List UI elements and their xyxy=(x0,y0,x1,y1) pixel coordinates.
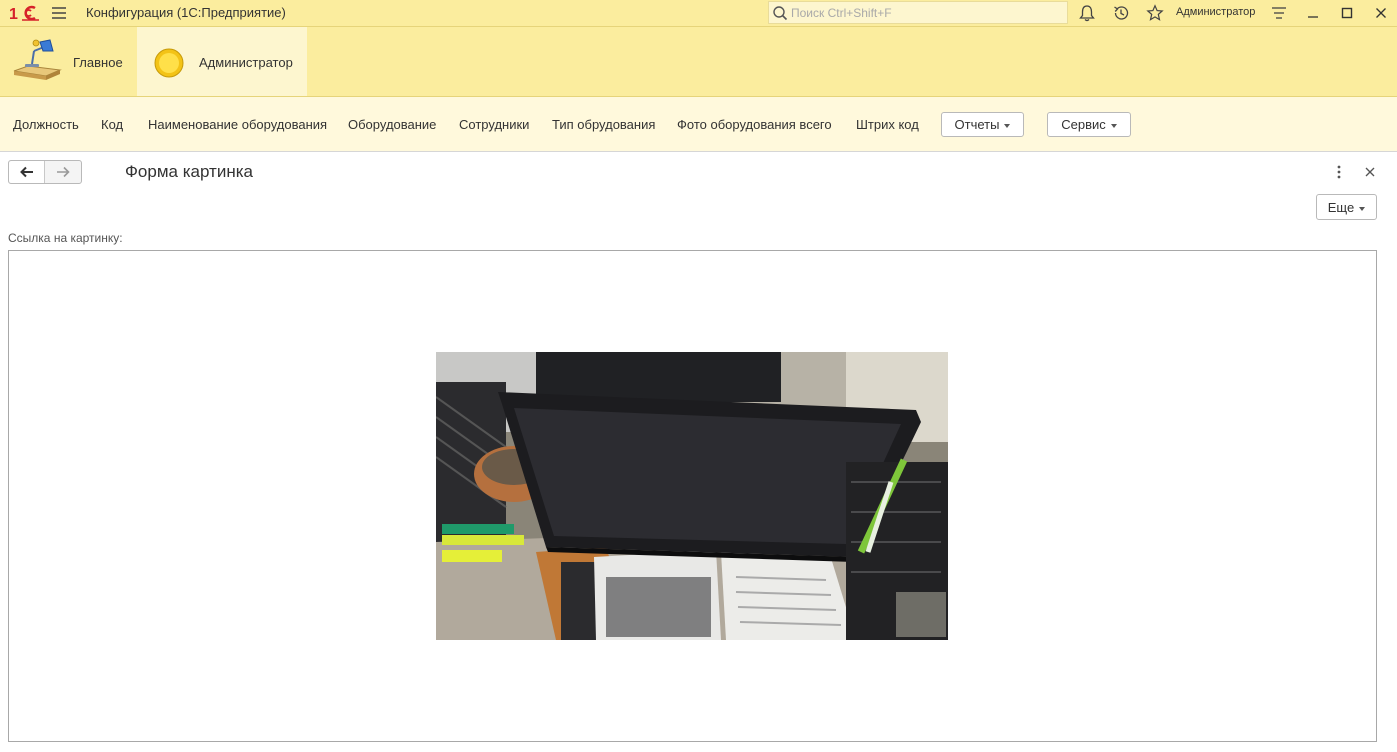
chevron-down-icon xyxy=(1359,206,1366,211)
sun-icon xyxy=(154,48,184,78)
history-icon[interactable] xyxy=(1112,4,1130,22)
search-icon xyxy=(773,6,788,21)
reports-button-label: Отчеты xyxy=(954,117,1000,132)
logo-1c-icon[interactable]: 1 xyxy=(9,4,39,22)
app-title: Конфигурация (1С:Предприятие) xyxy=(86,5,286,20)
maximize-icon[interactable] xyxy=(1338,4,1356,22)
navigation-buttons xyxy=(8,160,82,184)
arrow-right-icon xyxy=(57,166,70,178)
service-button[interactable]: Сервис xyxy=(1047,112,1131,137)
user-name[interactable]: Администратор xyxy=(1176,6,1255,18)
section-administrator-label: Администратор xyxy=(199,55,293,70)
more-button[interactable]: Еще xyxy=(1316,194,1377,220)
minimize-icon[interactable] xyxy=(1304,4,1322,22)
title-bar: 1 Конфигурация (1С:Предприятие) Админист… xyxy=(0,0,1397,27)
equipment-photo xyxy=(436,352,948,640)
arrow-left-icon xyxy=(20,166,33,178)
star-icon[interactable] xyxy=(1146,4,1164,22)
cmd-equipment[interactable]: Оборудование xyxy=(348,117,436,132)
chevron-down-icon xyxy=(1004,123,1011,128)
cmd-position[interactable]: Должность xyxy=(13,117,79,132)
search-box[interactable] xyxy=(768,1,1068,24)
cmd-code[interactable]: Код xyxy=(101,117,123,132)
service-button-label: Сервис xyxy=(1061,117,1106,132)
section-main[interactable]: Главное xyxy=(0,27,136,96)
picture-field-label: Ссылка на картинку: xyxy=(8,231,123,245)
close-icon[interactable] xyxy=(1372,4,1390,22)
commands-panel: Должность Код Наименование оборудования … xyxy=(0,97,1397,152)
reports-button[interactable]: Отчеты xyxy=(941,112,1024,137)
equipment-photo-image xyxy=(436,352,948,640)
cmd-equipment-type[interactable]: Тип обрудования xyxy=(552,117,655,132)
desk-lamp-icon xyxy=(13,39,62,80)
cmd-barcode[interactable]: Штрих код xyxy=(856,117,919,132)
chevron-down-icon xyxy=(1110,123,1117,128)
picture-field[interactable] xyxy=(8,250,1377,742)
section-main-label: Главное xyxy=(73,55,123,70)
bell-icon[interactable] xyxy=(1078,4,1096,22)
section-administrator[interactable]: Администратор xyxy=(137,27,307,96)
form-title: Форма картинка xyxy=(125,162,253,181)
forward-button[interactable] xyxy=(45,161,81,183)
settings-lines-icon[interactable] xyxy=(1270,4,1288,22)
sections-panel: Главное Администратор xyxy=(0,27,1397,97)
cmd-employees[interactable]: Сотрудники xyxy=(459,117,529,132)
svg-text:1: 1 xyxy=(9,6,18,22)
more-vertical-icon[interactable] xyxy=(1333,164,1345,180)
cmd-equipment-name[interactable]: Наименование оборудования xyxy=(148,117,327,132)
cmd-equipment-photos[interactable]: Фото оборудования всего xyxy=(677,117,832,132)
menu-icon[interactable] xyxy=(50,6,68,20)
form-close-icon[interactable] xyxy=(1363,165,1377,179)
search-input[interactable] xyxy=(791,4,1061,21)
back-button[interactable] xyxy=(9,161,45,183)
more-button-label: Еще xyxy=(1327,200,1355,215)
